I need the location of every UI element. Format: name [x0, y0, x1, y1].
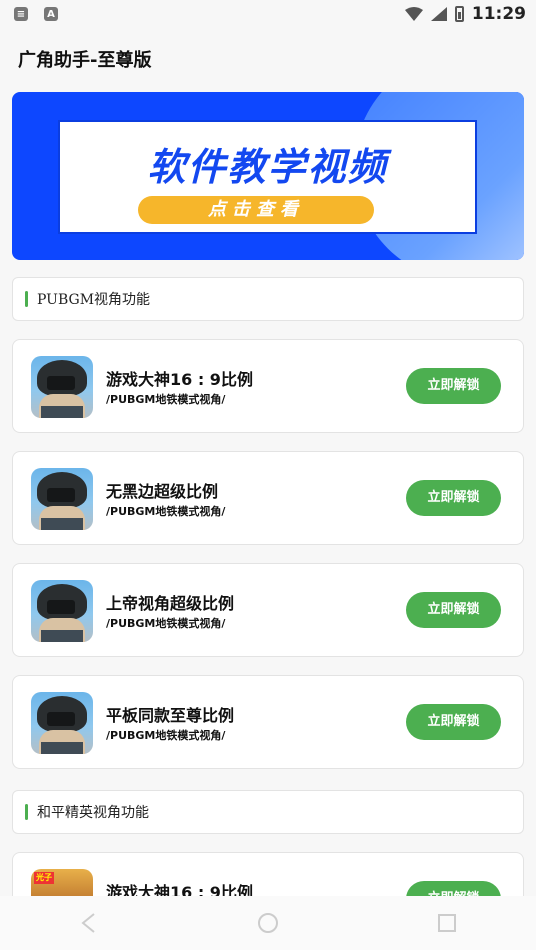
list-item: 平板同款至尊比例 /PUBGM地铁模式视角/ 立即解锁	[12, 675, 524, 769]
wifi-icon	[404, 7, 423, 21]
notification-icon: ≡	[14, 7, 28, 21]
section-label: PUBGM视角功能	[37, 292, 151, 308]
game-thumbnail	[31, 468, 93, 530]
unlock-button[interactable]: 立即解锁	[406, 592, 501, 628]
unlock-button[interactable]: 立即解锁	[406, 704, 501, 740]
status-bar: ≡ A 11:29	[0, 0, 536, 28]
back-icon[interactable]	[77, 911, 101, 935]
banner-panel: 软件教学视频 点击查看	[58, 120, 477, 234]
item-subtitle: /PUBGM地铁模式视角/	[106, 393, 226, 406]
game-thumbnail	[31, 356, 93, 418]
recents-icon[interactable]	[435, 911, 459, 935]
battery-icon	[454, 6, 464, 22]
tutorial-banner[interactable]: 软件教学视频 点击查看	[12, 92, 524, 260]
unlock-button[interactable]: 立即解锁	[406, 881, 501, 897]
thumbnail-badge: 光子	[34, 872, 54, 884]
game-thumbnail: 光子	[31, 869, 93, 897]
home-icon[interactable]	[256, 911, 280, 935]
system-nav-bar	[0, 896, 536, 950]
item-name: 平板同款至尊比例	[106, 706, 235, 725]
unlock-button[interactable]: 立即解锁	[406, 368, 501, 404]
section-header-pubgm: PUBGM视角功能	[12, 277, 524, 321]
section-accent-bar	[25, 291, 28, 307]
item-name: 游戏大神16 : 9比例	[106, 370, 253, 389]
item-name: 上帝视角超级比例	[106, 594, 235, 613]
item-subtitle: /PUBGM地铁模式视角/	[106, 505, 226, 518]
section-header-heping: 和平精英视角功能	[12, 790, 524, 834]
banner-cta-button[interactable]: 点击查看	[138, 196, 374, 224]
list-item: 无黑边超级比例 /PUBGM地铁模式视角/ 立即解锁	[12, 451, 524, 545]
signal-icon	[430, 7, 447, 21]
status-time: 11:29	[471, 4, 526, 24]
item-name: 游戏大神16 : 9比例	[106, 883, 253, 897]
text-app-icon: A	[44, 7, 58, 21]
game-thumbnail	[31, 692, 93, 754]
game-thumbnail	[31, 580, 93, 642]
list-item: 上帝视角超级比例 /PUBGM地铁模式视角/ 立即解锁	[12, 563, 524, 657]
list-item: 光子 游戏大神16 : 9比例 立即解锁	[12, 852, 524, 897]
banner-title: 软件教学视频	[147, 145, 388, 189]
item-name: 无黑边超级比例	[106, 482, 219, 501]
section-label: 和平精英视角功能	[37, 805, 149, 821]
list-item: 游戏大神16 : 9比例 /PUBGM地铁模式视角/ 立即解锁	[12, 339, 524, 433]
unlock-button[interactable]: 立即解锁	[406, 480, 501, 516]
app-title: 广角助手-至尊版	[18, 50, 152, 71]
item-subtitle: /PUBGM地铁模式视角/	[106, 617, 226, 630]
section-accent-bar	[25, 804, 28, 820]
item-subtitle: /PUBGM地铁模式视角/	[106, 729, 226, 742]
